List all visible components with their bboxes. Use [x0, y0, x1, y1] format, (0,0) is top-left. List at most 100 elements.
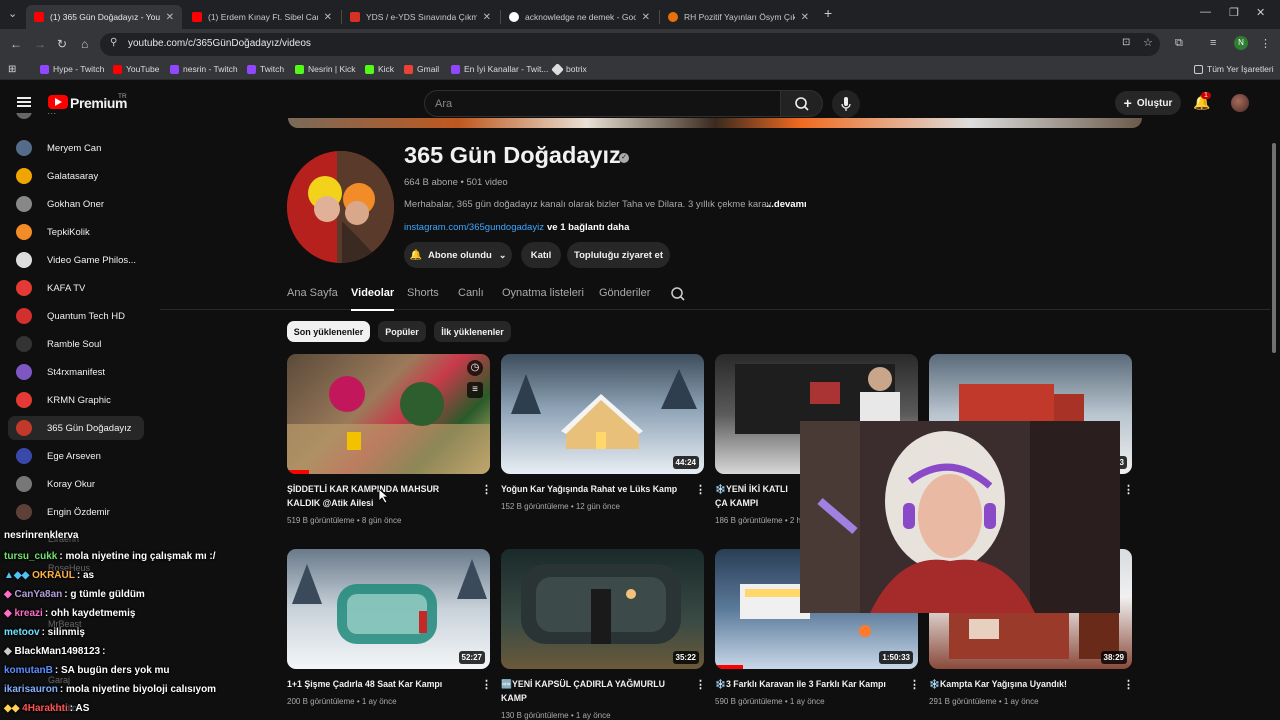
video-options-kebab-icon[interactable]: ⋮ — [1123, 678, 1134, 691]
sidebar-item-st4rxmanifest[interactable]: St4rxmanifest — [8, 360, 144, 384]
sidebar-item-partial[interactable]: … — [8, 113, 144, 123]
bookmark-hype-twitch[interactable]: Hype - Twitch — [40, 64, 104, 74]
video-thumbnail[interactable]: 35:22 — [501, 549, 704, 669]
watch-later-clock-icon[interactable]: ◷ — [467, 360, 483, 376]
join-button[interactable]: Katıl — [521, 242, 561, 268]
video-thumbnail[interactable]: 44:24 — [501, 354, 704, 474]
bookmark-kick[interactable]: Kick — [365, 64, 394, 74]
menu-kebab-icon[interactable]: ⋮ — [1260, 37, 1271, 50]
channel-avatar-large[interactable] — [287, 151, 394, 263]
close-tab-icon[interactable]: ✕ — [483, 12, 491, 23]
close-tab-icon[interactable]: ✕ — [801, 12, 809, 23]
sidebar-item-ege-arseven[interactable]: Ege Arseven — [8, 444, 144, 468]
more-links[interactable]: ve 1 bağlantı daha — [547, 222, 629, 233]
bookmark-twitch[interactable]: Twitch — [247, 64, 284, 74]
tab-gonderiler[interactable]: Gönderiler — [599, 287, 650, 299]
visit-community-button[interactable]: Topluluğu ziyaret et — [567, 242, 670, 268]
maximize-icon[interactable]: ❐ — [1229, 6, 1239, 19]
bookmark-nesrin-twitch[interactable]: nesrin - Twitch — [170, 64, 238, 74]
video-title[interactable]: ❄️Kampta Kar Yağışına Uyandık! — [929, 677, 1114, 691]
tab-title: acknowledge ne demek - Goog — [525, 12, 636, 22]
browser-tab-3[interactable]: YDS / e-YDS Sınavında Çıkmış ✕ — [342, 5, 499, 29]
apps-grid-icon[interactable]: ⊞ — [8, 64, 16, 75]
search-button[interactable] — [781, 90, 823, 117]
chip-son-yuklenenler[interactable]: Son yüklenenler — [287, 321, 370, 342]
minimize-icon[interactable]: — — [1200, 6, 1211, 18]
sidebar-item-meryem-can[interactable]: Meryem Can — [8, 136, 144, 160]
video-options-kebab-icon[interactable]: ⋮ — [1123, 483, 1134, 496]
tab-shorts[interactable]: Shorts — [407, 287, 439, 299]
close-window-icon[interactable]: ✕ — [1256, 6, 1265, 19]
account-avatar[interactable] — [1231, 94, 1249, 112]
sidebar-item-label: Meryem Can — [47, 142, 102, 154]
channel-description[interactable]: Merhabalar, 365 gün doğadayız kanalı ola… — [404, 199, 771, 210]
new-tab-button[interactable]: + — [824, 5, 832, 21]
subscribed-button[interactable]: 🔔 Abone olundu ⌄ — [404, 242, 512, 268]
reload-icon[interactable]: ↻ — [57, 37, 67, 51]
hamburger-menu-icon[interactable] — [17, 97, 31, 107]
instagram-link[interactable]: instagram.com/365gundogadayiz — [404, 222, 544, 233]
video-options-kebab-icon[interactable]: ⋮ — [909, 678, 920, 691]
tab-search-icon[interactable]: ⌄ — [8, 7, 17, 20]
add-to-queue-icon[interactable]: ≡ — [467, 382, 483, 398]
browser-tab-4[interactable]: acknowledge ne demek - Goog ✕ — [501, 5, 658, 29]
sidebar-item-kafa-tv[interactable]: KAFA TV — [8, 276, 144, 300]
sidebar-item-galatasaray[interactable]: Galatasaray — [8, 164, 144, 188]
tab-videolar[interactable]: Videolar — [351, 287, 395, 311]
tab-ana-sayfa[interactable]: Ana Sayfa — [287, 287, 338, 299]
sidebar-item-ramble-soul[interactable]: Ramble Soul — [8, 332, 144, 356]
video-thumbnail[interactable]: ◷ ≡ — [287, 354, 490, 474]
url-text[interactable]: youtube.com/c/365GünDoğadayız/videos — [128, 38, 311, 49]
extensions-icon[interactable]: ⧉ — [1175, 37, 1183, 50]
close-tab-icon[interactable]: ✕ — [324, 12, 332, 23]
search-input[interactable]: Ara — [424, 90, 781, 117]
address-bar[interactable]: ⚲ youtube.com/c/365GünDoğadayız/videos ⊡… — [100, 33, 1160, 56]
tab-canli[interactable]: Canlı — [458, 287, 484, 299]
tab-oynatma-listeleri[interactable]: Oynatma listeleri — [502, 287, 584, 299]
sidebar-item-quantum-tech-hd[interactable]: Quantum Tech HD — [8, 304, 144, 328]
browser-tab-5[interactable]: RH Pozitif Yayınları Ösym Çıkm ✕ — [660, 5, 817, 29]
sidebar-item-krmn-graphic[interactable]: KRMN Graphic — [8, 388, 144, 412]
youtube-logo-icon[interactable] — [48, 95, 68, 109]
video-title[interactable]: Yoğun Kar Yağışında Rahat ve Lüks Kamp — [501, 482, 686, 496]
video-options-kebab-icon[interactable]: ⋮ — [481, 678, 492, 691]
chip-ilk-yuklenenler[interactable]: İlk yüklenenler — [434, 321, 511, 342]
bookmark-star-icon[interactable]: ☆ — [1143, 36, 1153, 49]
bookmark-botrix[interactable]: botrix — [551, 62, 587, 76]
chip-populer[interactable]: Popüler — [378, 321, 426, 342]
create-button[interactable]: + Oluştur — [1115, 91, 1181, 115]
description-more-link[interactable]: ...devamı — [766, 199, 807, 210]
all-bookmarks-folder[interactable]: Tüm Yer İşaretleri — [1194, 64, 1274, 74]
sidebar-item-tepkikolik[interactable]: TepkiKolik — [8, 220, 144, 244]
browser-tab-2[interactable]: (1) Erdem Kınay Ft. Sibel Can - ✕ — [184, 5, 340, 29]
bookmark-gmail[interactable]: Gmail — [404, 64, 439, 74]
video-options-kebab-icon[interactable]: ⋮ — [695, 678, 706, 691]
sidebar-item-engin-ozdemir[interactable]: Engin Özdemir — [8, 500, 144, 524]
page-scrollbar[interactable] — [1272, 143, 1276, 353]
bookmark-nesrin-kick[interactable]: Nesrin | Kick — [295, 64, 356, 74]
sidebar-item-koray-okur[interactable]: Koray Okur — [8, 472, 144, 496]
close-tab-icon[interactable]: ✕ — [642, 12, 650, 23]
forward-icon[interactable]: → — [34, 37, 46, 51]
video-title[interactable]: 🆕YENİ KAPSÜL ÇADIRLA YAĞMURLU KAMP — [501, 677, 686, 705]
sidebar-item-365-gun-dogadayiz[interactable]: 365 Gün Doğadayız — [8, 416, 144, 440]
close-tab-icon[interactable]: ✕ — [166, 12, 174, 23]
channel-search-icon[interactable] — [670, 286, 686, 302]
video-options-kebab-icon[interactable]: ⋮ — [481, 483, 492, 496]
voice-search-button[interactable] — [832, 90, 860, 118]
sidebar-item-gokhan-oner[interactable]: Gokhan Oner — [8, 192, 144, 216]
channel-avatar — [16, 196, 32, 212]
video-title[interactable]: ❄️3 Farklı Karavan ile 3 Farklı Kar Kamp… — [715, 677, 900, 691]
tab-groups-icon[interactable]: ≡ — [1210, 37, 1216, 49]
browser-tab-1[interactable]: (1) 365 Gün Doğadayız - YouTu ✕ — [26, 5, 182, 29]
video-title[interactable]: ❄️YENİ İKİ KATLI ÇA KAMPI — [715, 482, 800, 510]
install-app-icon[interactable]: ⊡ — [1122, 37, 1130, 48]
bookmark-en-iyi-kanallar[interactable]: En İyi Kanallar - Twit... — [451, 64, 548, 74]
site-info-icon[interactable]: ⚲ — [110, 37, 117, 48]
video-options-kebab-icon[interactable]: ⋮ — [695, 483, 706, 496]
back-icon[interactable]: ← — [10, 37, 22, 51]
profile-avatar[interactable]: N — [1234, 36, 1248, 50]
home-icon[interactable]: ⌂ — [81, 37, 88, 51]
bookmark-youtube[interactable]: YouTube — [113, 64, 159, 74]
sidebar-item-video-game-philos[interactable]: Video Game Philos... — [8, 248, 144, 272]
